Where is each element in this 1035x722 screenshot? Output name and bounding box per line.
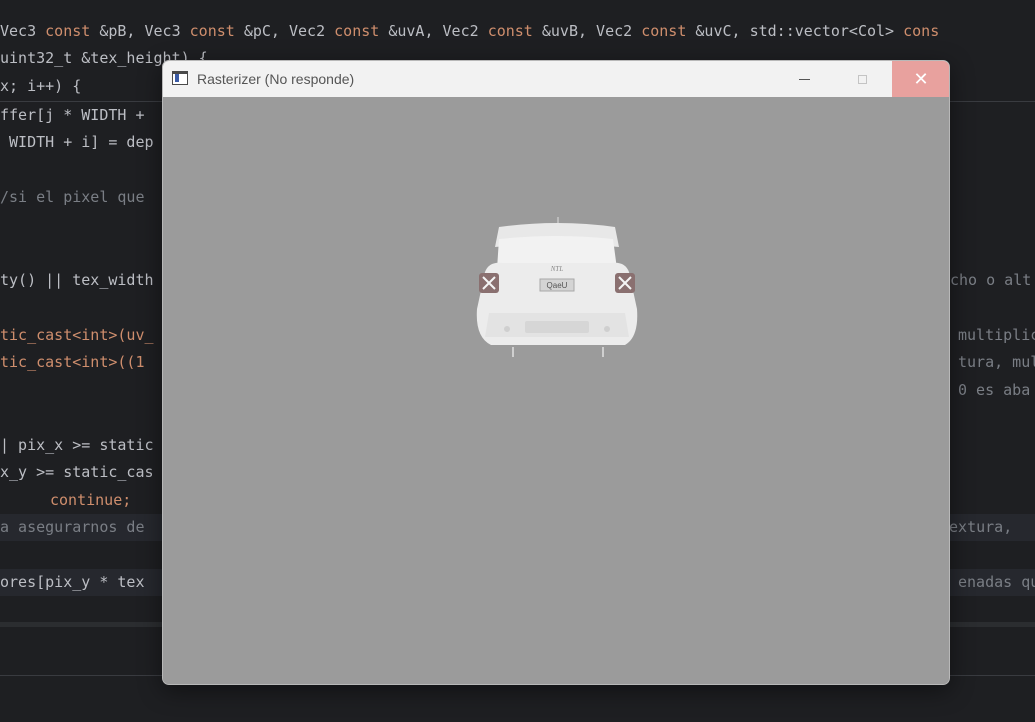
maximize-button[interactable] bbox=[833, 61, 891, 97]
maximize-icon bbox=[857, 74, 867, 84]
close-icon: ✕ bbox=[913, 69, 929, 89]
reflector-right bbox=[604, 326, 610, 332]
reflector-left bbox=[504, 326, 510, 332]
minimize-button[interactable] bbox=[775, 61, 833, 97]
rasterizer-window[interactable]: Rasterizer (No responde) ✕ NTL QaeU bbox=[162, 60, 950, 685]
rendered-car-image: NTL QaeU bbox=[476, 217, 638, 357]
car-diffuser bbox=[525, 321, 589, 333]
window-title: Rasterizer (No responde) bbox=[197, 71, 355, 87]
code-line: Vec3 const &pB, Vec3 const &pC, Vec2 con… bbox=[0, 22, 940, 40]
window-titlebar[interactable]: Rasterizer (No responde) ✕ bbox=[163, 61, 949, 97]
license-plate-text: QaeU bbox=[547, 281, 568, 290]
close-button[interactable]: ✕ bbox=[892, 61, 949, 97]
car-badge: NTL bbox=[550, 265, 564, 273]
app-window-icon bbox=[172, 71, 188, 85]
render-viewport[interactable]: NTL QaeU bbox=[163, 97, 949, 684]
minimize-icon bbox=[798, 78, 810, 80]
